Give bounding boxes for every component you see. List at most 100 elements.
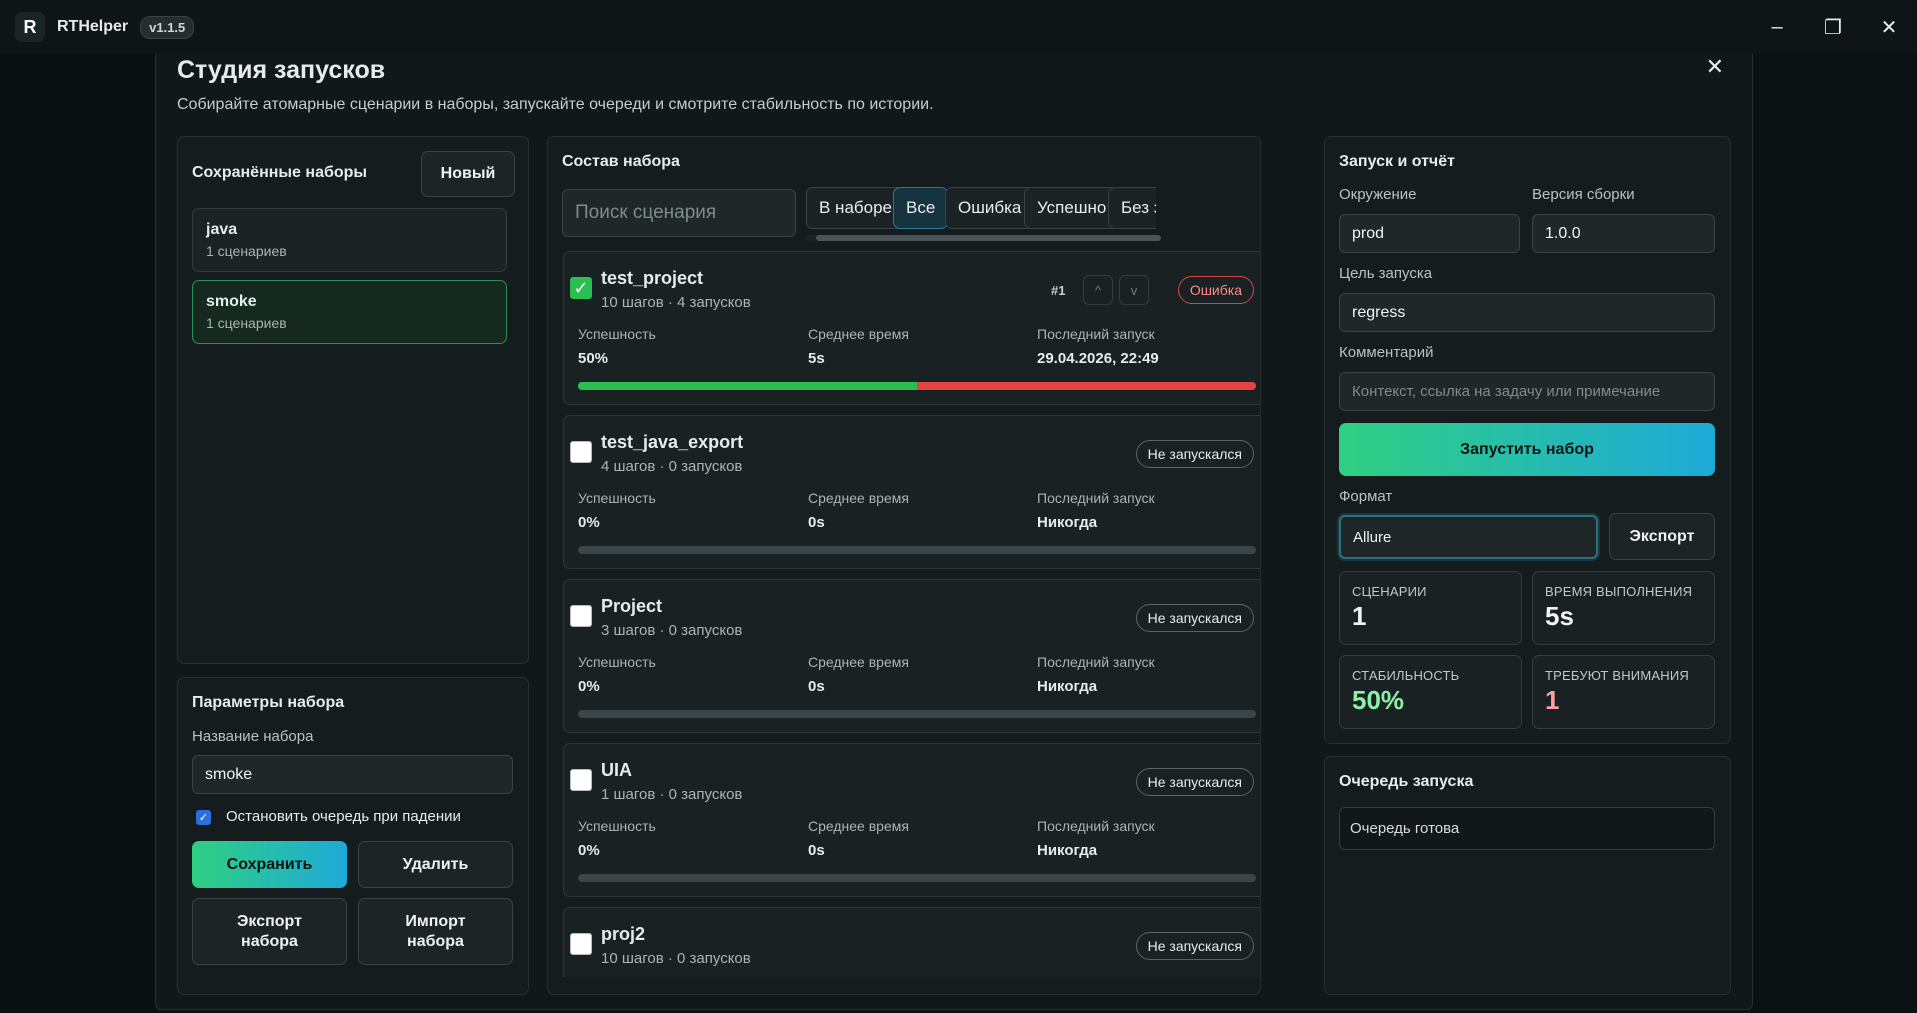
- export-set-label-2: набора: [241, 932, 298, 950]
- metric-duration: ВРЕМЯ ВЫПОЛНЕНИЯ 5s: [1532, 571, 1715, 645]
- scenario-name: Project: [601, 596, 663, 616]
- delete-set-button[interactable]: Удалить: [358, 841, 513, 888]
- app-name: RTHelper: [57, 18, 129, 35]
- avg-time-label: Среднее время: [808, 818, 909, 834]
- last-run-value: 29.04.2026, 22:49: [1037, 350, 1159, 367]
- saved-sets-panel: Сохранённые наборы Новый java 1 сценарие…: [177, 136, 529, 664]
- comment-label: Комментарий: [1339, 344, 1434, 361]
- launch-report-title: Запуск и отчёт: [1339, 153, 1455, 170]
- scenario-search-input[interactable]: Поиск сценария: [562, 189, 796, 237]
- env-input[interactable]: prod: [1339, 214, 1520, 253]
- filter-error[interactable]: Ошибка: [945, 187, 1035, 229]
- minimize-button[interactable]: –: [1749, 0, 1805, 54]
- saved-set-smoke[interactable]: smoke 1 сценариев: [192, 280, 507, 344]
- new-set-button[interactable]: Новый: [421, 151, 515, 197]
- move-down-button[interactable]: v: [1119, 275, 1149, 305]
- status-badge: Не запускался: [1135, 604, 1254, 632]
- filter-success[interactable]: Успешно: [1024, 187, 1120, 229]
- app-logo: R: [15, 12, 45, 42]
- composition-panel: Состав набора Поиск сценария В наборе Вс…: [547, 136, 1261, 995]
- save-set-button[interactable]: Сохранить: [192, 841, 347, 888]
- import-set-label-1: Импорт: [405, 912, 466, 930]
- success-label: Успешность: [578, 818, 656, 834]
- set-params-title: Параметры набора: [192, 694, 345, 711]
- status-badge: Не запускался: [1135, 440, 1254, 468]
- modal-close-button[interactable]: ✕: [1706, 54, 1724, 80]
- status-badge: Ошибка: [1177, 276, 1254, 304]
- metric-label: СТАБИЛЬНОСТЬ: [1352, 668, 1460, 683]
- filter-no-runs[interactable]: Без за: [1108, 187, 1156, 229]
- launch-report-panel: Запуск и отчёт Окружение Версия сборки p…: [1324, 136, 1731, 744]
- export-report-button[interactable]: Экспорт: [1609, 513, 1715, 560]
- modal-title: Студия запусков: [177, 56, 386, 84]
- saved-set-java[interactable]: java 1 сценариев: [192, 208, 507, 272]
- last-run-value: Никогда: [1037, 842, 1098, 859]
- set-count: 1 сценариев: [206, 315, 287, 331]
- scenario-checkbox[interactable]: [570, 769, 592, 791]
- scenario-checkbox[interactable]: [570, 441, 592, 463]
- scenario-name: proj2: [601, 924, 646, 944]
- launch-studio-modal: ✕ Студия запусков Собирайте атомарные сц…: [155, 54, 1753, 1010]
- scenario-card[interactable]: Project 3 шагов · 0 запусков Не запускал…: [563, 579, 1260, 733]
- scenario-checkbox[interactable]: [570, 605, 592, 627]
- maximize-button[interactable]: ❐: [1805, 0, 1861, 54]
- set-name-input[interactable]: smoke: [192, 755, 513, 794]
- avg-time-label: Среднее время: [808, 326, 909, 342]
- avg-time-value: 0s: [808, 514, 825, 531]
- avg-time-label: Среднее время: [808, 654, 909, 670]
- success-value: 50%: [578, 350, 609, 367]
- goal-input[interactable]: regress: [1339, 293, 1715, 332]
- success-value: 0%: [578, 842, 600, 859]
- scenario-card[interactable]: ✓ test_project 10 шагов · 4 запусков #1 …: [563, 251, 1260, 405]
- stop-queue-checkbox[interactable]: ✓: [196, 810, 211, 825]
- avg-time-value: 0s: [808, 678, 825, 695]
- export-set-label-1: Экспорт: [237, 912, 302, 930]
- build-version-label: Версия сборки: [1532, 186, 1635, 203]
- export-set-button[interactable]: Экспорт набора: [192, 898, 347, 965]
- close-window-button[interactable]: ✕: [1861, 0, 1917, 54]
- filter-in-set[interactable]: В наборе: [806, 187, 906, 229]
- scenario-card[interactable]: test_java_export 4 шагов · 0 запусков Не…: [563, 415, 1260, 569]
- filter-scrollbar[interactable]: [806, 235, 1161, 241]
- set-name: java: [206, 221, 238, 238]
- queue-panel: Очередь запуска Очередь готова: [1324, 756, 1731, 995]
- success-value: 0%: [578, 678, 600, 695]
- status-badge: Не запускался: [1135, 768, 1254, 796]
- saved-sets-title: Сохранённые наборы: [192, 164, 368, 181]
- scenario-name: test_project: [601, 268, 704, 288]
- set-count: 1 сценариев: [206, 243, 287, 259]
- goal-label: Цель запуска: [1339, 265, 1433, 282]
- stop-queue-label: Остановить очередь при падении: [226, 808, 461, 825]
- set-name: smoke: [206, 293, 257, 310]
- move-up-button[interactable]: ^: [1083, 275, 1113, 305]
- last-run-label: Последний запуск: [1037, 654, 1155, 670]
- metric-stability: СТАБИЛЬНОСТЬ 50%: [1339, 655, 1522, 729]
- stability-bar-failure: [917, 382, 1256, 390]
- scenario-meta: 10 шагов · 0 запусков: [601, 950, 751, 967]
- filter-all[interactable]: Все: [893, 187, 949, 229]
- last-run-label: Последний запуск: [1037, 818, 1155, 834]
- title-bar: R RTHelper v1.1.5 – ❐ ✕: [0, 0, 1917, 54]
- build-version-input[interactable]: 1.0.0: [1532, 214, 1715, 253]
- background-left: [0, 54, 155, 1013]
- status-badge: Не запускался: [1135, 932, 1254, 960]
- composition-title: Состав набора: [562, 153, 680, 170]
- run-set-button[interactable]: Запустить набор: [1339, 423, 1715, 476]
- comment-input[interactable]: Контекст, ссылка на задачу или примечани…: [1339, 372, 1715, 411]
- metric-value: 50%: [1352, 685, 1405, 715]
- scenario-meta: 1 шагов · 0 запусков: [601, 786, 743, 803]
- scenario-checkbox[interactable]: [570, 933, 592, 955]
- search-placeholder: Поиск сценария: [575, 202, 717, 223]
- import-set-button[interactable]: Импорт набора: [358, 898, 513, 965]
- filter-scrollbar-thumb[interactable]: [816, 235, 1161, 241]
- metric-label: ВРЕМЯ ВЫПОЛНЕНИЯ: [1545, 584, 1693, 599]
- format-select[interactable]: Allure: [1339, 515, 1598, 559]
- modal-subtitle: Собирайте атомарные сценарии в наборы, з…: [177, 96, 934, 113]
- scenario-checkbox[interactable]: ✓: [570, 277, 592, 299]
- scenario-meta: 4 шагов · 0 запусков: [601, 458, 743, 475]
- scenario-card[interactable]: proj2 10 шагов · 0 запусков Не запускалс…: [563, 907, 1260, 977]
- scenario-card[interactable]: UIA 1 шагов · 0 запусков Не запускался У…: [563, 743, 1260, 897]
- set-name-label: Название набора: [192, 728, 314, 745]
- metric-label: СЦЕНАРИИ: [1352, 584, 1427, 599]
- set-params-panel: Параметры набора Название набора smoke ✓…: [177, 677, 529, 995]
